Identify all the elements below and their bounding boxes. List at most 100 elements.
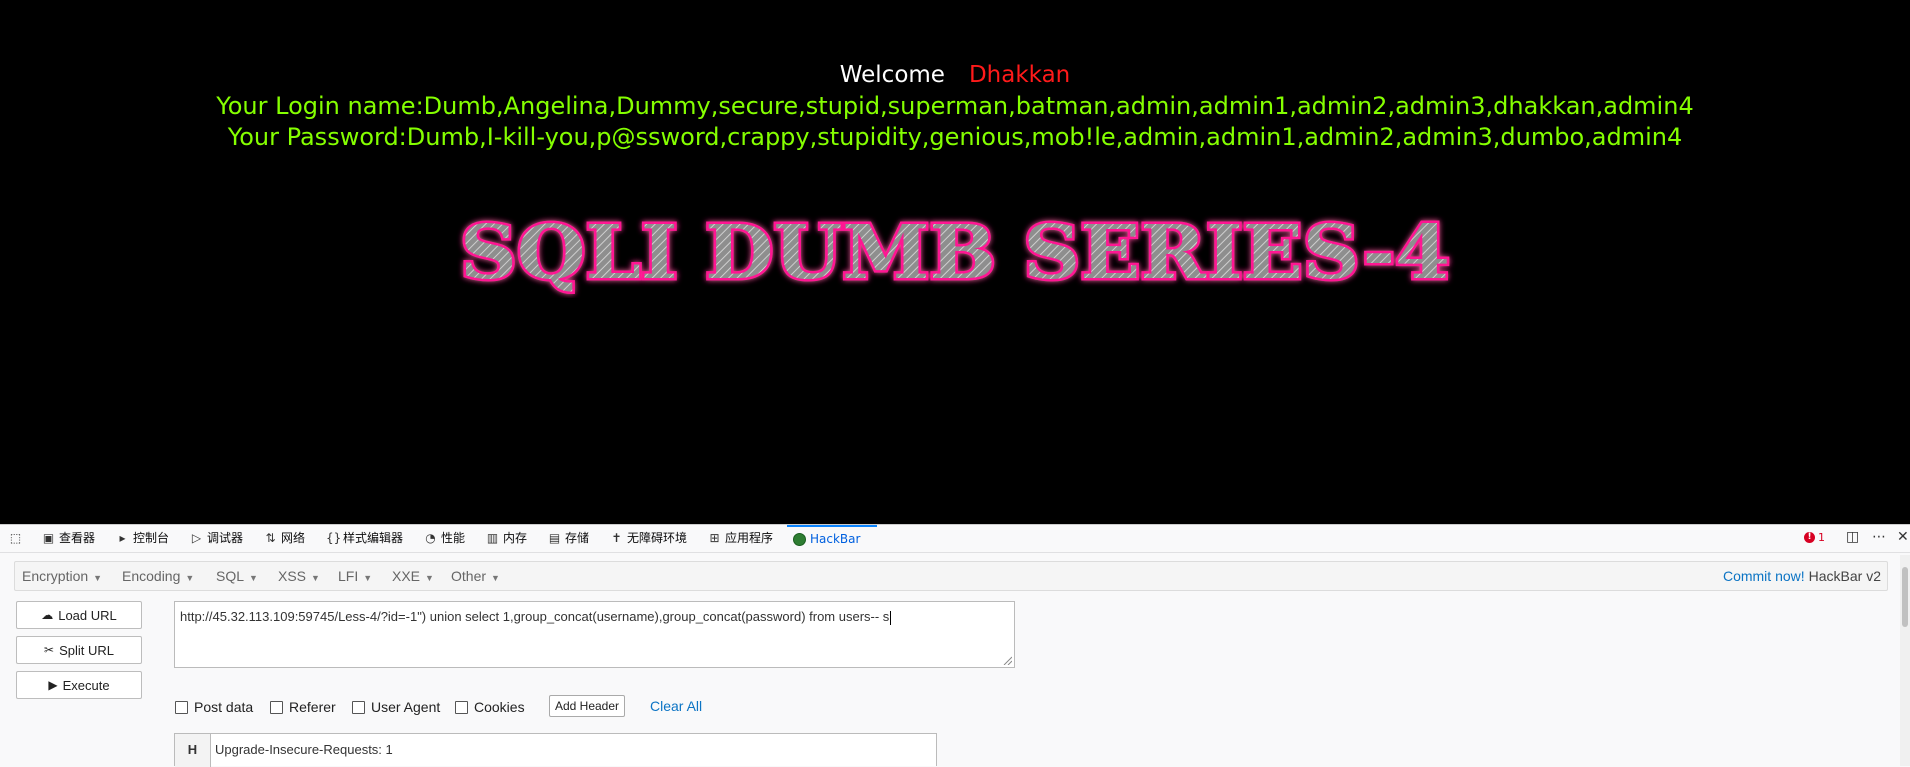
option-label: User Agent xyxy=(371,699,441,715)
referer-checkbox[interactable] xyxy=(270,700,283,714)
devtools-toolbar: ⬚ ▣ 查看器 ▸ 控制台 ▷ 调试器 ⇅ 网络 {} 样式编辑器 ◔ 性能 ▥… xyxy=(0,525,1910,553)
menu-other[interactable]: Other ▼ xyxy=(451,562,500,590)
chevron-down-icon: ▼ xyxy=(425,573,434,583)
application-icon: ⊞ xyxy=(709,531,720,545)
tab-label: 存储 xyxy=(565,531,590,545)
user-agent-option[interactable]: User Agent xyxy=(352,699,440,715)
inspector-icon: ▣ xyxy=(42,531,55,545)
banner-text: SQLI DUMB SERIES-4 xyxy=(460,210,1450,296)
tab-label: 无障碍环境 xyxy=(627,531,688,545)
tab-console[interactable]: ▸ 控制台 xyxy=(116,525,169,552)
tab-hackbar[interactable]: HackBar xyxy=(787,525,877,552)
button-label: Execute xyxy=(62,677,110,693)
tab-memory[interactable]: ▥ 内存 xyxy=(486,525,527,552)
url-value: http://45.32.113.109:59745/Less-4/?id=-1… xyxy=(180,609,890,624)
chevron-down-icon: ▼ xyxy=(249,573,258,583)
error-icon: ! xyxy=(1804,532,1815,543)
option-label: Post data xyxy=(194,699,254,715)
more-options-icon[interactable]: ⋯ xyxy=(1872,529,1886,545)
scrollbar-thumb[interactable] xyxy=(1902,567,1908,627)
welcome-username: Dhakkan xyxy=(968,62,1071,88)
page-content: Welcome Dhakkan Your Login name:Dumb,Ange… xyxy=(0,0,1910,524)
url-textarea[interactable]: http://45.32.113.109:59745/Less-4/?id=-1… xyxy=(174,601,1015,668)
split-url-button[interactable]: ✂ Split URL xyxy=(16,636,142,664)
menu-label: LFI xyxy=(338,568,359,584)
close-icon[interactable]: ✕ xyxy=(1897,529,1909,545)
console-icon: ▸ xyxy=(119,531,126,545)
tab-label: HackBar xyxy=(810,532,861,546)
tab-label: 查看器 xyxy=(59,531,96,545)
hackbar-menu-bar: Encryption ▼ Encoding ▼ SQL ▼ XSS ▼ LFI ▼ XXE… xyxy=(14,561,1888,591)
chevron-down-icon: ▼ xyxy=(93,573,103,583)
accessibility-icon: ✝ xyxy=(611,531,622,545)
tab-label: 调试器 xyxy=(207,531,244,545)
button-label: Split URL xyxy=(59,642,114,658)
menu-label: SQL xyxy=(216,568,245,584)
post-data-checkbox[interactable] xyxy=(175,700,188,714)
post-data-option[interactable]: Post data xyxy=(175,699,253,715)
memory-icon: ▥ xyxy=(486,531,499,545)
tab-network[interactable]: ⇅ 网络 xyxy=(264,525,305,552)
devtools-scrollbar[interactable] xyxy=(1900,555,1910,766)
tab-inspector[interactable]: ▣ 查看器 xyxy=(42,525,95,552)
user-agent-checkbox[interactable] xyxy=(352,700,365,714)
login-names-text: Your Login name:Dumb,Angelina,Dummy,secu… xyxy=(216,92,1694,120)
menu-xss[interactable]: XSS ▼ xyxy=(278,562,320,590)
tab-performance[interactable]: ◔ 性能 xyxy=(424,525,465,552)
commit-now-link[interactable]: Commit now! xyxy=(1723,568,1805,584)
tab-storage[interactable]: ▤ 存储 xyxy=(548,525,589,552)
tab-label: 网络 xyxy=(281,531,306,545)
menu-xxe[interactable]: XXE ▼ xyxy=(392,562,434,590)
storage-icon: ▤ xyxy=(548,531,561,545)
chevron-down-icon: ▼ xyxy=(363,573,373,583)
execute-button[interactable]: ▶ Execute xyxy=(16,671,142,699)
element-picker-icon: ⬚ xyxy=(9,531,22,545)
style-editor-icon: {} xyxy=(326,531,342,545)
text-cursor xyxy=(890,610,892,625)
menu-label: XSS xyxy=(278,568,307,584)
load-url-button[interactable]: ☁ Load URL xyxy=(16,601,142,629)
menu-lfi[interactable]: LFI ▼ xyxy=(338,562,372,590)
play-icon: ▶ xyxy=(48,678,58,692)
option-label: Cookies xyxy=(474,699,525,715)
resize-grip-icon[interactable] xyxy=(1002,655,1012,665)
debugger-icon: ▷ xyxy=(191,531,202,545)
menu-label: Encryption xyxy=(22,568,89,584)
element-picker-button[interactable]: ⬚ xyxy=(9,525,22,552)
tab-debugger[interactable]: ▷ 调试器 xyxy=(190,525,243,552)
option-label: Referer xyxy=(289,699,336,715)
welcome-line: Welcome Dhakkan xyxy=(0,62,1910,88)
referer-option[interactable]: Referer xyxy=(270,699,336,715)
menu-sql[interactable]: SQL ▼ xyxy=(216,562,258,590)
network-icon: ⇅ xyxy=(265,531,276,545)
cookies-option[interactable]: Cookies xyxy=(455,699,525,715)
header-value-input[interactable]: Upgrade-Insecure-Requests: 1 xyxy=(215,734,393,767)
performance-icon: ◔ xyxy=(425,531,436,545)
scissors-icon: ✂ xyxy=(44,643,55,657)
add-header-button[interactable]: Add Header xyxy=(549,695,625,717)
tab-style-editor[interactable]: {} 样式编辑器 xyxy=(326,525,403,552)
header-entry-row: H Upgrade-Insecure-Requests: 1 xyxy=(174,733,937,767)
dock-toggle-icon[interactable]: ◫ xyxy=(1846,529,1859,545)
tab-label: 控制台 xyxy=(133,531,170,545)
menu-label: Encoding xyxy=(122,568,181,584)
clear-all-link[interactable]: Clear All xyxy=(650,698,702,714)
error-count-badge[interactable]: ! 1 xyxy=(1804,531,1825,544)
chevron-down-icon: ▼ xyxy=(311,573,320,583)
hackbar-version: HackBar v2 xyxy=(1808,568,1881,584)
passwords-text: Your Password:Dumb,I-kill-you,p@ssword,c… xyxy=(227,123,1683,151)
hackbar-icon xyxy=(793,533,806,546)
menu-encoding[interactable]: Encoding ▼ xyxy=(122,562,194,590)
header-label: H xyxy=(175,734,211,767)
error-count: 1 xyxy=(1818,531,1825,544)
menu-label: Other xyxy=(451,568,487,584)
commit-area: Commit now! HackBar v2 xyxy=(1723,562,1881,590)
button-label: Load URL xyxy=(58,607,117,623)
tab-application[interactable]: ⊞ 应用程序 xyxy=(708,525,773,552)
cookies-checkbox[interactable] xyxy=(455,700,468,714)
tab-accessibility[interactable]: ✝ 无障碍环境 xyxy=(610,525,687,552)
menu-label: XXE xyxy=(392,568,421,584)
menu-encryption[interactable]: Encryption ▼ xyxy=(22,562,102,590)
tab-label: 应用程序 xyxy=(725,531,774,545)
series-banner: SQLI DUMB SERIES-4 xyxy=(0,208,1910,298)
